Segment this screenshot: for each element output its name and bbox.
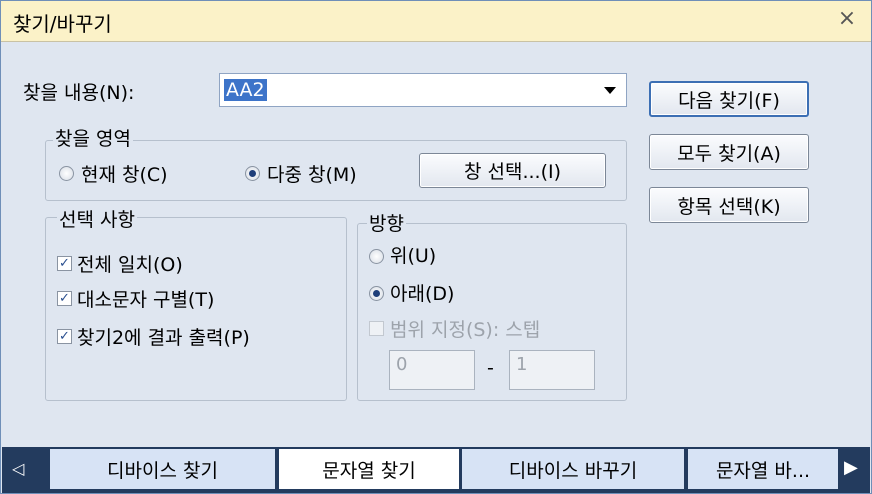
match-case-label: 대소문자 구별(T) <box>77 289 215 311</box>
window-select-button[interactable]: 창 선택...(I) <box>419 153 606 188</box>
range-separator: - <box>487 357 494 379</box>
tab-device-find[interactable]: 디바이스 찾기 <box>50 449 275 489</box>
tab-string-replace-label: 문자열 바... <box>715 459 811 482</box>
find-replace-dialog: 찾기/바꾸기 × 찾을 내용(N): AA2 다음 찾기(F) 모두 찾기(A)… <box>0 0 872 494</box>
output-to-find2-label: 찾기2에 결과 출력(P) <box>77 327 250 349</box>
output-to-find2-checkbox[interactable]: ✓ <box>57 329 72 344</box>
chevron-down-icon[interactable] <box>604 87 616 94</box>
tab-device-replace[interactable]: 디바이스 바꾸기 <box>462 449 684 489</box>
direction-down-label: 아래(D) <box>390 283 455 305</box>
tab-string-replace[interactable]: 문자열 바... <box>688 449 838 489</box>
find-input-value: AA2 <box>224 79 267 101</box>
current-window-label: 현재 창(C) <box>81 164 168 186</box>
range-from-field[interactable]: 0 <box>389 350 475 390</box>
tab-string-find[interactable]: 문자열 찾기 <box>279 449 459 489</box>
direction-legend: 방향 <box>367 209 406 236</box>
multi-window-label: 다중 창(M) <box>267 164 357 186</box>
scroll-left-icon[interactable]: ◁ <box>12 459 24 478</box>
close-icon[interactable]: × <box>835 6 859 32</box>
whole-match-checkbox[interactable]: ✓ <box>57 256 72 271</box>
range-to-field[interactable]: 1 <box>509 350 595 390</box>
multi-window-radio[interactable] <box>245 166 260 181</box>
scroll-right-icon[interactable]: ▶ <box>844 457 858 478</box>
tab-string-find-label: 문자열 찾기 <box>322 459 416 482</box>
whole-match-label: 전체 일치(O) <box>77 254 183 276</box>
options-legend: 선택 사항 <box>57 205 137 232</box>
direction-up-label: 위(U) <box>390 245 437 267</box>
range-label: 범위 지정(S): 스텝 <box>390 319 541 341</box>
tab-device-find-label: 디바이스 찾기 <box>107 459 218 482</box>
find-label: 찾을 내용(N): <box>23 82 135 104</box>
find-input[interactable]: AA2 <box>219 73 627 107</box>
item-select-button[interactable]: 항목 선택(K) <box>649 187 809 223</box>
match-case-checkbox[interactable]: ✓ <box>57 291 72 306</box>
tab-bar: ◁ 디바이스 찾기 문자열 찾기 디바이스 바꾸기 문자열 바... ▶ <box>2 447 870 493</box>
direction-down-radio[interactable] <box>369 286 384 301</box>
current-window-radio[interactable] <box>59 166 74 181</box>
find-all-button[interactable]: 모두 찾기(A) <box>649 134 809 170</box>
window-title: 찾기/바꾸기 <box>13 12 112 36</box>
range-checkbox[interactable] <box>369 321 384 336</box>
tab-device-replace-label: 디바이스 바꾸기 <box>508 459 638 482</box>
find-next-button[interactable]: 다음 찾기(F) <box>649 81 809 117</box>
title-bar: 찾기/바꾸기 × <box>1 1 871 42</box>
direction-up-radio[interactable] <box>369 249 384 264</box>
search-scope-legend: 찾을 영역 <box>53 124 133 151</box>
